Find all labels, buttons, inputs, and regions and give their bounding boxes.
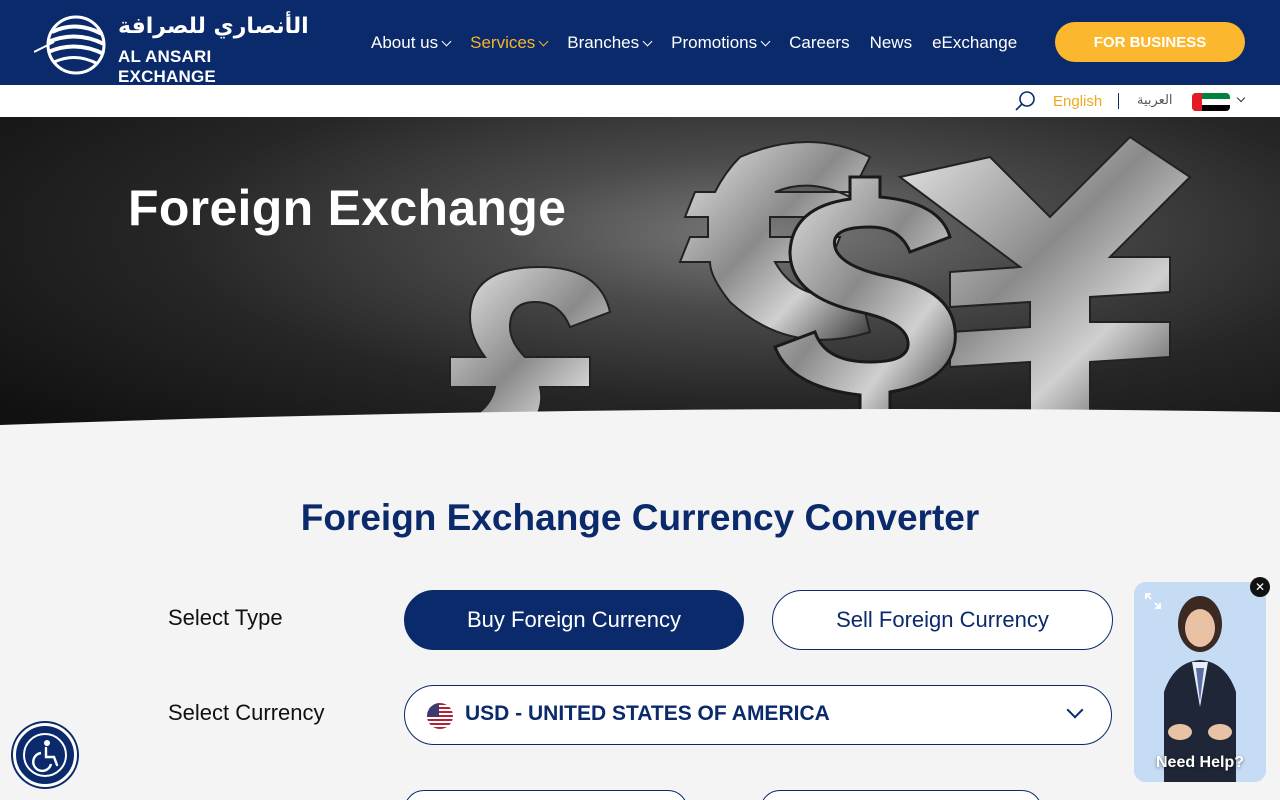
need-help-label: Need Help? — [1155, 754, 1244, 771]
for-business-button[interactable]: FOR BUSINESS — [1055, 22, 1245, 62]
uae-flag-icon[interactable] — [1192, 93, 1230, 111]
brand-name-arabic: الأنصاري للصرافة — [118, 14, 309, 39]
currency-dropdown[interactable]: USD - UNITED STATES OF AMERICA — [404, 685, 1112, 745]
nav-label: Promotions — [671, 33, 758, 52]
language-divider — [1118, 93, 1119, 109]
brand-logo[interactable]: الأنصاري للصرافة AL ANSARI EXCHANGE — [34, 12, 314, 86]
nav-label: Branches — [567, 33, 640, 52]
converter-heading: Foreign Exchange Currency Converter — [300, 497, 980, 538]
need-help-widget[interactable]: Need Help? — [1134, 582, 1266, 782]
converted-amount-field[interactable] — [760, 790, 1042, 800]
nav-eexchange[interactable]: eExchange — [932, 33, 1017, 53]
hero-banner: Foreign Exchange — [0, 117, 1280, 451]
nav-promotions[interactable]: Promotions — [671, 33, 771, 53]
main-nav: About us Services Branches Promotions Ca… — [371, 31, 1037, 55]
sell-foreign-currency-button[interactable]: Sell Foreign Currency — [772, 590, 1113, 650]
assistant-avatar — [1134, 582, 1266, 782]
page-title: Foreign Exchange — [128, 180, 567, 236]
brand-name-english: AL ANSARI EXCHANGE — [118, 47, 216, 86]
nav-branches[interactable]: Branches — [567, 33, 653, 53]
language-english-link[interactable]: English — [1053, 93, 1102, 110]
nav-label: eExchange — [932, 33, 1018, 52]
utility-bar: English العربية — [0, 85, 1280, 117]
select-currency-label: Select Currency — [168, 700, 325, 725]
select-type-label: Select Type — [168, 605, 283, 630]
nav-news[interactable]: News — [870, 33, 913, 53]
chevron-down-icon — [441, 36, 452, 46]
nav-label: News — [869, 33, 913, 52]
nav-label: About us — [371, 33, 439, 52]
close-icon[interactable]: ✕ — [1250, 577, 1270, 597]
amount-field[interactable] — [404, 790, 688, 800]
chevron-down-icon — [760, 36, 771, 46]
nav-services[interactable]: Services — [470, 33, 549, 53]
chevron-down-icon — [1066, 701, 1084, 719]
top-navigation-bar: الأنصاري للصرافة AL ANSARI EXCHANGE Abou… — [0, 0, 1280, 86]
expand-icon[interactable] — [1144, 592, 1162, 610]
chevron-down-icon — [538, 36, 549, 46]
chevron-down-icon — [642, 36, 653, 46]
wheelchair-icon — [23, 733, 67, 777]
nav-label: Services — [470, 33, 536, 52]
currency-selected-value: USD - UNITED STATES OF AMERICA — [465, 702, 830, 725]
language-arabic-link[interactable]: العربية — [1137, 93, 1173, 108]
globe-logo-icon — [34, 15, 106, 75]
hero-bottom-curve — [0, 408, 1280, 451]
nav-careers[interactable]: Careers — [789, 33, 849, 53]
nav-about-us[interactable]: About us — [371, 33, 452, 53]
buy-foreign-currency-button[interactable]: Buy Foreign Currency — [404, 590, 744, 650]
search-icon[interactable] — [1014, 90, 1036, 112]
nav-label: Careers — [789, 33, 850, 52]
us-flag-icon — [427, 703, 453, 729]
accessibility-button[interactable] — [13, 723, 77, 787]
chevron-down-icon[interactable] — [1236, 93, 1246, 103]
